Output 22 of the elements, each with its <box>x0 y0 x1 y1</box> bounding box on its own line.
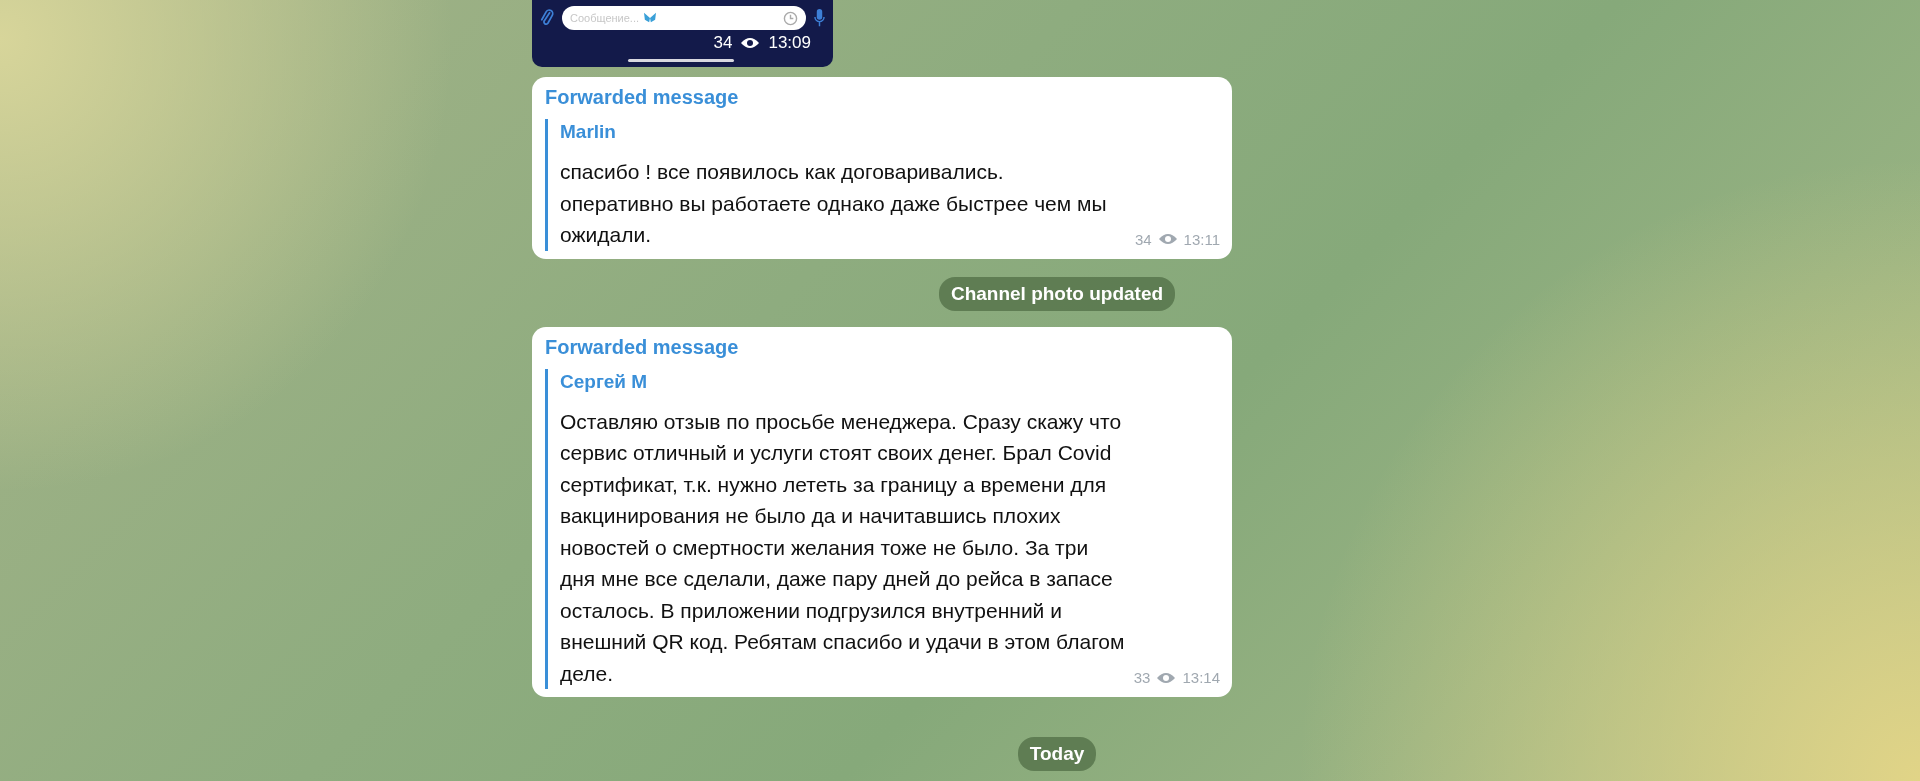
service-message: Today <box>1017 737 1097 771</box>
message-time: 13:14 <box>1182 669 1220 686</box>
microphone-icon <box>814 8 825 28</box>
author-name[interactable]: Marlin <box>560 119 1220 143</box>
view-count: 33 <box>1133 669 1151 686</box>
author-name[interactable]: Сергей М <box>560 368 1220 393</box>
message-text: спасибо ! все появилось как договаривались. оперативно вы работаете однако даже быстрее чем мы ожидали. <box>560 159 1107 248</box>
forwarded-label: Forwarded message <box>545 86 740 109</box>
message-text: Оставляю отзыв по просьбе менеджера. Сразу скажу что сервис отличный и услуги стоят своих денег. Брал Covid сертификат, т.к. нужно лететь за границу а времени для вакцинирования не было да и начитавшись плохих новостей о смертности желания тоже не было. За три дня мне все сделали, даже пару дней до рейса в запасе осталось. В приложении подгрузился внутренний и внешний QR код. Ребятам спасибо и удачи в этом благом деле. <box>560 408 1125 687</box>
eye-icon <box>740 37 761 49</box>
view-count: 34 <box>713 33 733 53</box>
clock-icon <box>783 10 798 26</box>
placeholder-text: Сообщение... <box>570 12 640 24</box>
view-count: 34 <box>1134 230 1152 248</box>
eye-icon <box>1157 233 1178 245</box>
message-time: 13:09 <box>768 33 811 53</box>
eye-icon <box>1156 671 1177 684</box>
service-message: Channel photo updated <box>938 276 1176 311</box>
butterfly-icon <box>643 12 658 24</box>
forwarded-label: Forwarded message <box>545 335 740 359</box>
paperclip-icon <box>540 8 554 28</box>
message-time: 13:11 <box>1183 230 1220 248</box>
